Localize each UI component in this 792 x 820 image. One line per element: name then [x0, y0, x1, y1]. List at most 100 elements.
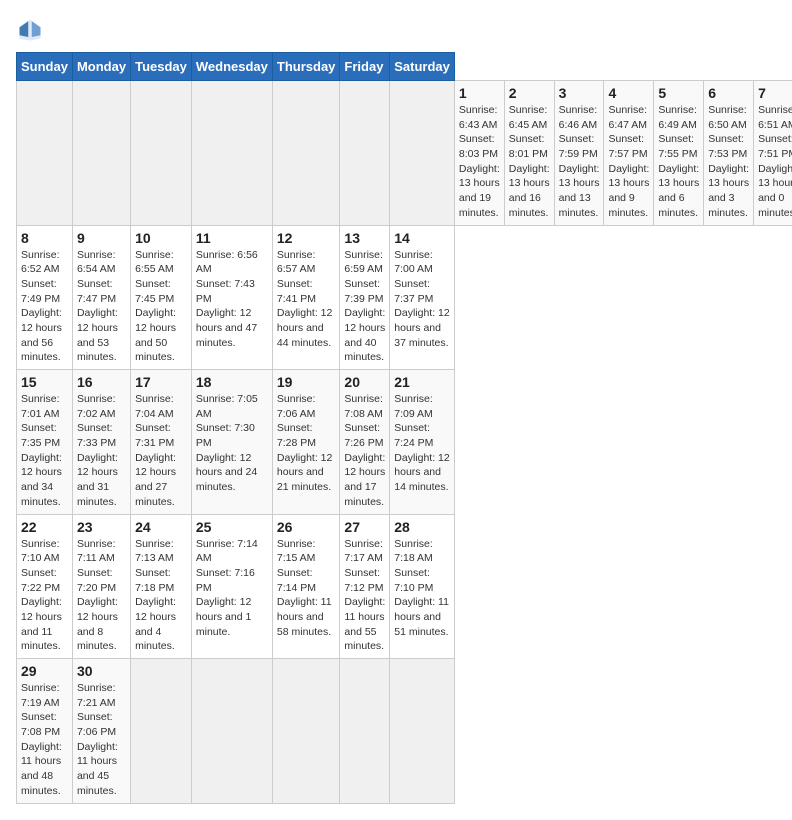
calendar-week-5: 29Sunrise: 7:19 AMSunset: 7:08 PMDayligh…	[17, 659, 792, 804]
calendar-cell: 19 Sunrise: 7:06 AMSunset: 7:28 PMDayligh…	[272, 370, 340, 515]
day-info: Sunrise: 6:47 AMSunset: 7:57 PMDaylight:…	[608, 103, 649, 221]
day-number: 10	[135, 230, 187, 246]
calendar-cell: 2Sunrise: 6:45 AMSunset: 8:01 PMDaylight…	[504, 81, 554, 226]
calendar-cell: 17Sunrise: 7:04 AMSunset: 7:31 PMDayligh…	[131, 370, 192, 515]
calendar-cell: 13 Sunrise: 6:59 AMSunset: 7:39 PMDayligh…	[340, 225, 390, 370]
weekday-header-wednesday: Wednesday	[191, 53, 272, 81]
logo-icon	[16, 16, 44, 44]
day-number: 15	[21, 374, 68, 390]
day-number: 29	[21, 663, 68, 679]
day-info: Sunrise: 7:21 AMSunset: 7:06 PMDaylight:…	[77, 681, 126, 799]
day-info: Sunrise: 7:13 AMSunset: 7:18 PMDaylight:…	[135, 537, 187, 655]
calendar-cell	[390, 659, 455, 804]
calendar-cell: 3 Sunrise: 6:46 AMSunset: 7:59 PMDaylight…	[554, 81, 604, 226]
day-number: 3	[559, 85, 600, 101]
calendar-cell: 24 Sunrise: 7:13 AMSunset: 7:18 PMDayligh…	[131, 514, 192, 659]
day-info: Sunrise: 7:08 AMSunset: 7:26 PMDaylight:…	[344, 392, 385, 510]
page-header	[16, 16, 776, 44]
calendar-cell: 4Sunrise: 6:47 AMSunset: 7:57 PMDaylight…	[604, 81, 654, 226]
calendar-cell	[340, 659, 390, 804]
calendar-cell	[390, 81, 455, 226]
calendar-cell: 27 Sunrise: 7:17 AMSunset: 7:12 PMDayligh…	[340, 514, 390, 659]
calendar-cell: 5 Sunrise: 6:49 AMSunset: 7:55 PMDaylight…	[654, 81, 704, 226]
weekday-header-tuesday: Tuesday	[131, 53, 192, 81]
day-number: 21	[394, 374, 450, 390]
day-info: Sunrise: 6:46 AMSunset: 7:59 PMDaylight:…	[559, 103, 600, 221]
calendar-cell: 6 Sunrise: 6:50 AMSunset: 7:53 PMDaylight…	[704, 81, 754, 226]
day-info: Sunrise: 6:51 AMSunset: 7:51 PMDaylight:…	[758, 103, 792, 221]
day-info: Sunrise: 7:05 AMSunset: 7:30 PMDaylight:…	[196, 392, 268, 495]
day-info: Sunrise: 7:06 AMSunset: 7:28 PMDaylight:…	[277, 392, 336, 495]
calendar-cell: 18 Sunrise: 7:05 AMSunset: 7:30 PMDayligh…	[191, 370, 272, 515]
calendar-cell: 21 Sunrise: 7:09 AMSunset: 7:24 PMDayligh…	[390, 370, 455, 515]
day-number: 9	[77, 230, 126, 246]
calendar-cell: 16 Sunrise: 7:02 AMSunset: 7:33 PMDayligh…	[72, 370, 130, 515]
day-number: 6	[708, 85, 749, 101]
day-info: Sunrise: 7:09 AMSunset: 7:24 PMDaylight:…	[394, 392, 450, 495]
day-number: 25	[196, 519, 268, 535]
calendar-week-4: 22 Sunrise: 7:10 AMSunset: 7:22 PMDayligh…	[17, 514, 792, 659]
day-info: Sunrise: 7:01 AMSunset: 7:35 PMDaylight:…	[21, 392, 68, 510]
calendar-cell: 30Sunrise: 7:21 AMSunset: 7:06 PMDayligh…	[72, 659, 130, 804]
day-number: 24	[135, 519, 187, 535]
calendar-cell: 23 Sunrise: 7:11 AMSunset: 7:20 PMDayligh…	[72, 514, 130, 659]
day-number: 13	[344, 230, 385, 246]
calendar-cell: 26 Sunrise: 7:15 AMSunset: 7:14 PMDayligh…	[272, 514, 340, 659]
calendar-cell: 7 Sunrise: 6:51 AMSunset: 7:51 PMDaylight…	[754, 81, 792, 226]
weekday-header-monday: Monday	[72, 53, 130, 81]
day-info: Sunrise: 7:15 AMSunset: 7:14 PMDaylight:…	[277, 537, 336, 640]
day-info: Sunrise: 7:14 AMSunset: 7:16 PMDaylight:…	[196, 537, 268, 640]
day-number: 18	[196, 374, 268, 390]
day-info: Sunrise: 6:59 AMSunset: 7:39 PMDaylight:…	[344, 248, 385, 366]
day-info: Sunrise: 7:10 AMSunset: 7:22 PMDaylight:…	[21, 537, 68, 655]
calendar-cell: 1Sunrise: 6:43 AMSunset: 8:03 PMDaylight…	[454, 81, 504, 226]
day-info: Sunrise: 6:45 AMSunset: 8:01 PMDaylight:…	[509, 103, 550, 221]
calendar-cell: 20 Sunrise: 7:08 AMSunset: 7:26 PMDayligh…	[340, 370, 390, 515]
calendar-week-1: 1Sunrise: 6:43 AMSunset: 8:03 PMDaylight…	[17, 81, 792, 226]
weekday-header-thursday: Thursday	[272, 53, 340, 81]
weekday-header-sunday: Sunday	[17, 53, 73, 81]
calendar-cell: 15 Sunrise: 7:01 AMSunset: 7:35 PMDayligh…	[17, 370, 73, 515]
day-number: 22	[21, 519, 68, 535]
calendar-cell: 22 Sunrise: 7:10 AMSunset: 7:22 PMDayligh…	[17, 514, 73, 659]
day-number: 14	[394, 230, 450, 246]
day-info: Sunrise: 7:02 AMSunset: 7:33 PMDaylight:…	[77, 392, 126, 510]
calendar-cell	[17, 81, 73, 226]
calendar-table: SundayMondayTuesdayWednesdayThursdayFrid…	[16, 52, 792, 804]
day-number: 23	[77, 519, 126, 535]
calendar-cell	[272, 659, 340, 804]
calendar-cell: 11 Sunrise: 6:56 AMSunset: 7:43 PMDayligh…	[191, 225, 272, 370]
calendar-cell	[272, 81, 340, 226]
day-number: 5	[658, 85, 699, 101]
day-info: Sunrise: 7:11 AMSunset: 7:20 PMDaylight:…	[77, 537, 126, 655]
calendar-week-2: 8Sunrise: 6:52 AMSunset: 7:49 PMDaylight…	[17, 225, 792, 370]
day-info: Sunrise: 7:04 AMSunset: 7:31 PMDaylight:…	[135, 392, 187, 510]
day-info: Sunrise: 7:18 AMSunset: 7:10 PMDaylight:…	[394, 537, 450, 640]
day-info: Sunrise: 6:57 AMSunset: 7:41 PMDaylight:…	[277, 248, 336, 351]
weekday-header-friday: Friday	[340, 53, 390, 81]
day-number: 1	[459, 85, 500, 101]
day-number: 27	[344, 519, 385, 535]
day-number: 12	[277, 230, 336, 246]
calendar-cell: 14 Sunrise: 7:00 AMSunset: 7:37 PMDayligh…	[390, 225, 455, 370]
day-number: 20	[344, 374, 385, 390]
day-info: Sunrise: 6:52 AMSunset: 7:49 PMDaylight:…	[21, 248, 68, 366]
day-number: 16	[77, 374, 126, 390]
day-number: 28	[394, 519, 450, 535]
day-number: 11	[196, 230, 268, 246]
day-info: Sunrise: 6:50 AMSunset: 7:53 PMDaylight:…	[708, 103, 749, 221]
day-number: 26	[277, 519, 336, 535]
calendar-cell: 10Sunrise: 6:55 AMSunset: 7:45 PMDayligh…	[131, 225, 192, 370]
day-info: Sunrise: 7:17 AMSunset: 7:12 PMDaylight:…	[344, 537, 385, 655]
day-info: Sunrise: 6:49 AMSunset: 7:55 PMDaylight:…	[658, 103, 699, 221]
day-info: Sunrise: 7:00 AMSunset: 7:37 PMDaylight:…	[394, 248, 450, 351]
calendar-cell: 12 Sunrise: 6:57 AMSunset: 7:41 PMDayligh…	[272, 225, 340, 370]
calendar-week-3: 15 Sunrise: 7:01 AMSunset: 7:35 PMDayligh…	[17, 370, 792, 515]
calendar-cell	[131, 659, 192, 804]
logo	[16, 16, 48, 44]
calendar-cell: 8Sunrise: 6:52 AMSunset: 7:49 PMDaylight…	[17, 225, 73, 370]
day-number: 7	[758, 85, 792, 101]
calendar-cell	[72, 81, 130, 226]
day-info: Sunrise: 6:56 AMSunset: 7:43 PMDaylight:…	[196, 248, 268, 351]
day-number: 19	[277, 374, 336, 390]
